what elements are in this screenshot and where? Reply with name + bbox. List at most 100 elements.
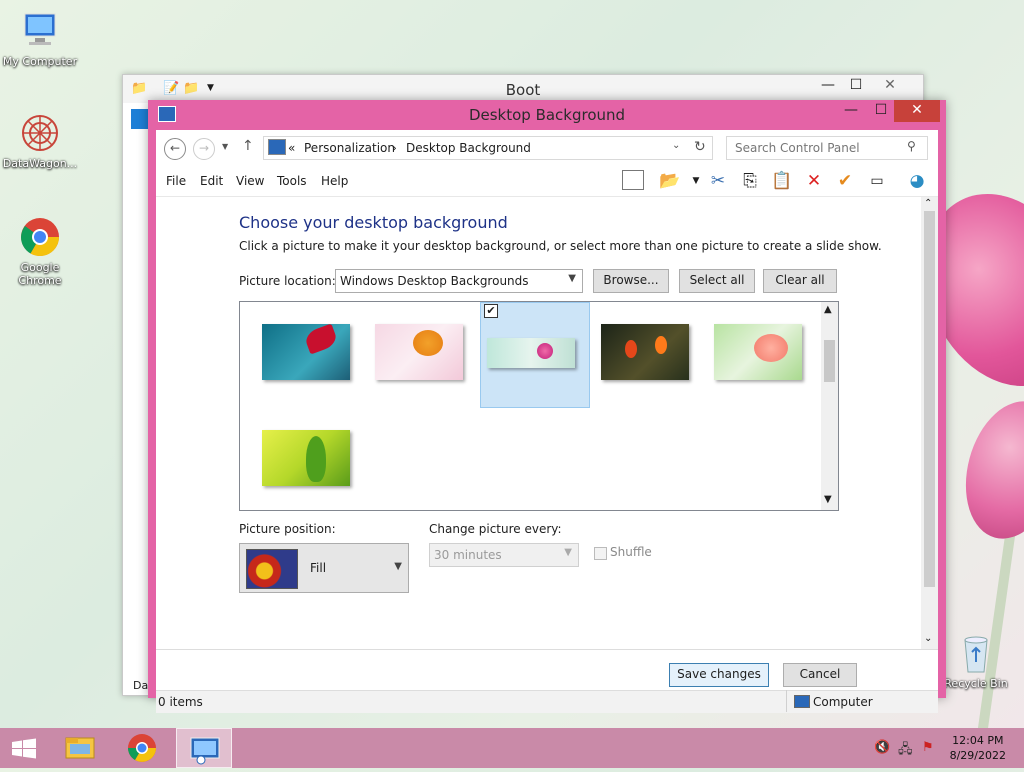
desktop-icon-datawagon[interactable]: DataWagon...: [0, 112, 80, 170]
picture-gallery[interactable]: ✔ ▲ ▼: [239, 301, 839, 511]
taskbar-file-explorer[interactable]: [52, 728, 108, 768]
back-button[interactable]: ←: [164, 138, 186, 160]
clock-time: 12:04 PM: [952, 734, 1004, 747]
menu-help[interactable]: Help: [321, 174, 348, 188]
delete-icon[interactable]: ✕: [803, 170, 825, 192]
chevron-down-icon: ▼: [394, 561, 402, 572]
paste-icon[interactable]: 📋: [771, 170, 793, 192]
system-clock[interactable]: 12:04 PM 8/29/2022: [950, 733, 1006, 763]
computer-icon: [794, 695, 810, 708]
shuffle-checkbox[interactable]: [594, 547, 607, 560]
action-center-warning-icon[interactable]: ⚑: [922, 740, 934, 755]
maximize-button[interactable]: ☐: [864, 100, 898, 122]
shuffle-label: Shuffle: [610, 545, 652, 559]
wallpaper-thumbnail[interactable]: [262, 324, 350, 380]
breadcrumb-personalization[interactable]: Personalization: [304, 141, 395, 155]
file-explorer-icon: [65, 737, 95, 759]
view-dropdown-chevron-icon[interactable]: ▼: [685, 170, 707, 192]
start-button[interactable]: [0, 728, 56, 768]
menu-file[interactable]: File: [166, 174, 186, 188]
datawagon-logo-icon: [19, 112, 61, 154]
page-description: Click a picture to make it your desktop …: [239, 239, 882, 253]
picture-position-dropdown[interactable]: Fill ▼: [239, 543, 409, 593]
content-scrollbar[interactable]: ⌃ ⌄: [921, 197, 938, 649]
action-bar: Save changes Cancel: [156, 649, 938, 691]
forward-button[interactable]: →: [193, 138, 215, 160]
desktop-icon-google-chrome[interactable]: Google Chrome: [0, 216, 80, 287]
refresh-icon[interactable]: ↻: [694, 139, 706, 155]
desktop-icon-label: Recycle Bin: [944, 677, 1008, 690]
breadcrumb-overflow[interactable]: «: [288, 141, 295, 155]
desktop-icon-recycle-bin[interactable]: Recycle Bin: [936, 632, 1016, 690]
scroll-up-icon[interactable]: ▲: [824, 304, 832, 315]
address-dropdown-chevron-icon[interactable]: ⌄: [672, 140, 680, 151]
boot-maximize-button[interactable]: ☐: [839, 75, 873, 97]
network-icon[interactable]: 🖧: [898, 740, 913, 762]
title-bar[interactable]: Desktop Background — ☐ ✕: [148, 100, 946, 130]
wallpaper-thumbnail[interactable]: [714, 324, 802, 380]
taskbar-control-panel[interactable]: [176, 728, 232, 768]
save-changes-button[interactable]: Save changes: [669, 663, 769, 687]
globe-icon[interactable]: ◕: [906, 170, 928, 192]
desktop-icon-label: Google Chrome: [18, 261, 62, 287]
picture-position-value: Fill: [310, 561, 327, 575]
content-area: Choose your desktop background Click a p…: [156, 197, 938, 649]
flower-bud-decoration: [951, 390, 1024, 550]
tile-checkbox[interactable]: ✔: [484, 304, 498, 318]
browse-button[interactable]: Browse...: [593, 269, 669, 293]
scroll-up-icon[interactable]: ⌃: [924, 198, 932, 209]
picture-location-label: Picture location:: [239, 274, 336, 288]
cut-icon[interactable]: ✂: [707, 170, 729, 192]
taskbar-google-chrome[interactable]: [114, 728, 170, 768]
control-panel-icon: [268, 139, 286, 155]
clear-all-button[interactable]: Clear all: [763, 269, 837, 293]
up-arrow-icon[interactable]: ↑: [242, 138, 254, 154]
status-bar: 0 items Computer: [156, 690, 938, 713]
apply-check-icon[interactable]: ✔: [834, 170, 856, 192]
chrome-icon: [128, 734, 156, 762]
menu-edit[interactable]: Edit: [200, 174, 223, 188]
menu-tools[interactable]: Tools: [277, 174, 307, 188]
gallery-scrollbar[interactable]: ▲ ▼: [821, 302, 838, 510]
scroll-down-icon[interactable]: ▼: [824, 494, 832, 505]
fill-preview-icon: [246, 549, 298, 589]
content-scroll-thumb[interactable]: [924, 211, 935, 587]
control-panel-icon: [190, 737, 220, 765]
close-button[interactable]: ✕: [894, 100, 940, 122]
wallpaper-thumbnail[interactable]: [375, 324, 463, 380]
cancel-button[interactable]: Cancel: [783, 663, 857, 687]
volume-muted-icon[interactable]: 🔇: [874, 740, 890, 755]
minimize-button[interactable]: —: [834, 100, 868, 122]
search-icon[interactable]: ⚲: [907, 139, 916, 153]
layout-pane-icon[interactable]: [622, 170, 644, 190]
menu-view[interactable]: View: [236, 174, 264, 188]
wallpaper-thumbnail[interactable]: [262, 430, 350, 486]
computer-icon: [19, 10, 61, 52]
page-title: Choose your desktop background: [239, 213, 508, 232]
copy-icon[interactable]: ⎘: [739, 170, 761, 192]
properties-card-icon[interactable]: ▭: [866, 170, 888, 192]
picture-location-dropdown[interactable]: Windows Desktop Backgrounds ▼: [335, 269, 583, 293]
search-input[interactable]: Search Control Panel ⚲: [726, 136, 928, 160]
chevron-down-icon: ▼: [564, 547, 572, 558]
desktop-background-window[interactable]: Desktop Background — ☐ ✕ ← → ▼ ↑ « Perso…: [148, 100, 946, 713]
change-interval-dropdown[interactable]: 30 minutes ▼: [429, 543, 579, 567]
picture-location-value: Windows Desktop Backgrounds: [340, 274, 529, 288]
scroll-down-icon[interactable]: ⌄: [924, 633, 932, 644]
breadcrumb-desktop-background[interactable]: Desktop Background: [406, 141, 531, 155]
select-all-button[interactable]: Select all: [679, 269, 755, 293]
desktop-icon-label: My Computer: [2, 55, 78, 68]
address-bar[interactable]: « Personalization › Desktop Background ⌄…: [263, 136, 713, 160]
recent-pages-chevron-icon[interactable]: ▼: [222, 142, 228, 151]
boot-title-bar[interactable]: 📁 📝 📁 ▼ Boot — ☐ ✕: [123, 75, 923, 103]
boot-close-button[interactable]: ✕: [873, 75, 907, 97]
check-folder-icon[interactable]: 📂: [659, 170, 681, 192]
boot-window-title: Boot: [505, 81, 541, 99]
breadcrumb-separator[interactable]: ›: [392, 141, 397, 155]
wallpaper-thumbnail-selected[interactable]: [487, 338, 575, 368]
item-count: 0 items: [158, 695, 203, 709]
window-title: Desktop Background: [468, 106, 626, 124]
gallery-scroll-thumb[interactable]: [824, 340, 835, 382]
desktop-icon-my-computer[interactable]: My Computer: [0, 10, 80, 68]
wallpaper-thumbnail[interactable]: [601, 324, 689, 380]
